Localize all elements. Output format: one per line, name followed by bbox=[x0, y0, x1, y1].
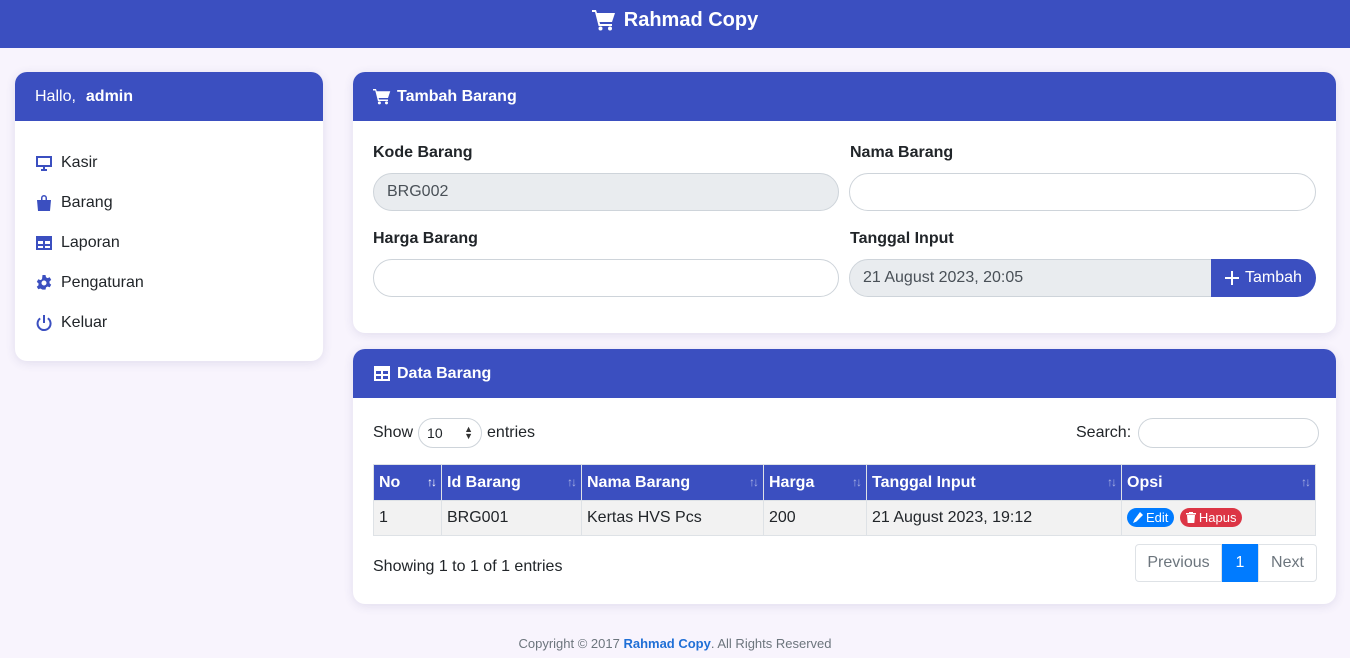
sidebar-item-laporan[interactable]: Laporan bbox=[15, 223, 323, 263]
search-control: Search: bbox=[1076, 418, 1320, 448]
table-header-row: No ↑↓ Id Barang ↑↓ Nama Barang ↑↓ Harga ↑↓ T… bbox=[373, 464, 1316, 501]
kode-barang-field[interactable]: BRG002 bbox=[373, 173, 839, 211]
cell-nama-barang: Kertas HVS Pcs bbox=[581, 500, 764, 536]
sort-icon: ↑↓ bbox=[1301, 475, 1311, 489]
sidebar-item-keluar[interactable]: Keluar bbox=[15, 303, 323, 343]
entries-select-value: 10 bbox=[427, 425, 443, 441]
app-title: Rahmad Copy bbox=[623, 8, 759, 31]
column-header-label: Tanggal Input bbox=[872, 473, 976, 491]
table-icon bbox=[374, 366, 390, 381]
monitor-icon bbox=[36, 156, 52, 171]
harga-barang-field[interactable] bbox=[373, 259, 839, 297]
sidebar-menu: Kasir Barang Laporan Pengaturan Keluar bbox=[15, 121, 323, 343]
cell-no: 1 bbox=[373, 500, 442, 536]
column-header-label: Opsi bbox=[1127, 473, 1163, 491]
nama-barang-label: Nama Barang bbox=[850, 144, 954, 161]
pagination-page-1[interactable]: 1 bbox=[1222, 544, 1258, 582]
sidebar-item-barang[interactable]: Barang bbox=[15, 183, 323, 223]
column-header-nama-barang[interactable]: Nama Barang ↑↓ bbox=[581, 464, 764, 501]
edit-button-label: Edit bbox=[1146, 510, 1169, 525]
sidebar-item-label: Laporan bbox=[61, 234, 120, 251]
column-header-label: Nama Barang bbox=[587, 473, 691, 491]
pagination-previous[interactable]: Previous bbox=[1135, 544, 1222, 582]
delete-button[interactable]: Hapus bbox=[1179, 508, 1243, 527]
footer: Copyright © 2017 Rahmad Copy. All Rights… bbox=[0, 636, 1350, 651]
column-header-label: Harga bbox=[769, 473, 815, 491]
sidebar-item-pengaturan[interactable]: Pengaturan bbox=[15, 263, 323, 303]
sort-icon: ↑↓ bbox=[1107, 475, 1117, 489]
pagination: Previous 1 Next bbox=[1135, 544, 1317, 582]
show-label: Show bbox=[373, 424, 414, 441]
column-header-tanggal-input[interactable]: Tanggal Input ↑↓ bbox=[866, 464, 1122, 501]
footer-copyright: Copyright © 2017 bbox=[518, 636, 620, 651]
sort-icon: ↑↓ bbox=[567, 475, 577, 489]
tambah-button[interactable]: Tambah bbox=[1211, 259, 1316, 297]
sidebar-item-label: Pengaturan bbox=[61, 274, 144, 291]
kode-barang-label: Kode Barang bbox=[373, 144, 473, 161]
sort-icon: ↑↓ bbox=[427, 475, 437, 489]
delete-button-label: Hapus bbox=[1198, 510, 1237, 525]
cart-icon bbox=[591, 10, 615, 31]
nama-barang-field[interactable] bbox=[849, 173, 1316, 211]
data-table-title: Data Barang bbox=[397, 364, 492, 382]
add-item-card: Tambah Barang Kode Barang BRG002 Nama Ba… bbox=[353, 72, 1336, 333]
column-header-no[interactable]: No ↑↓ bbox=[373, 464, 442, 501]
table-info: Showing 1 to 1 of 1 entries bbox=[373, 558, 563, 575]
entries-select[interactable]: 10 ▲ ▼ bbox=[418, 418, 483, 448]
pencil-icon bbox=[1133, 512, 1143, 523]
gear-icon bbox=[36, 275, 52, 290]
select-arrows-icon: ▲ ▼ bbox=[464, 424, 474, 441]
column-header-label: No bbox=[379, 473, 401, 491]
sort-icon: ↑↓ bbox=[749, 475, 759, 489]
harga-barang-label: Harga Barang bbox=[373, 230, 478, 247]
edit-button[interactable]: Edit bbox=[1127, 508, 1175, 527]
cart-icon bbox=[373, 89, 391, 105]
entries-length-control: Show 10 ▲ ▼ entries bbox=[373, 418, 535, 448]
add-item-header: Tambah Barang bbox=[353, 72, 1336, 121]
sidebar: Hallo, admin Kasir Barang Laporan Pengat… bbox=[15, 72, 323, 361]
footer-brand-link[interactable]: Rahmad Copy bbox=[623, 636, 710, 651]
column-header-label: Id Barang bbox=[447, 473, 521, 491]
sidebar-item-label: Barang bbox=[61, 194, 113, 211]
greeting-text: Hallo, bbox=[35, 87, 76, 105]
brand[interactable]: Rahmad Copy bbox=[591, 8, 759, 32]
data-table-header: Data Barang bbox=[353, 349, 1336, 398]
tambah-button-label: Tambah bbox=[1245, 269, 1302, 286]
column-header-id-barang[interactable]: Id Barang ↑↓ bbox=[441, 464, 582, 501]
plus-icon bbox=[1225, 271, 1240, 285]
sidebar-header: Hallo, admin bbox=[15, 72, 323, 121]
cell-harga: 200 bbox=[763, 500, 867, 536]
data-table-card: Data Barang Show 10 ▲ ▼ entries Search: N… bbox=[353, 349, 1336, 604]
entries-label: entries bbox=[487, 424, 536, 441]
data-table: No ↑↓ Id Barang ↑↓ Nama Barang ↑↓ Harga ↑↓ T… bbox=[373, 464, 1316, 536]
column-header-harga[interactable]: Harga ↑↓ bbox=[763, 464, 867, 501]
footer-rights: . All Rights Reserved bbox=[710, 636, 832, 651]
cell-id-barang: BRG001 bbox=[441, 500, 582, 536]
shopping-bag-icon bbox=[37, 195, 51, 211]
power-icon bbox=[36, 315, 52, 332]
top-navbar: Rahmad Copy bbox=[0, 0, 1350, 48]
sort-icon: ↑↓ bbox=[852, 475, 862, 489]
sidebar-item-label: Keluar bbox=[61, 314, 108, 331]
username: admin bbox=[85, 87, 134, 105]
sidebar-item-label: Kasir bbox=[61, 154, 98, 171]
cell-opsi: Edit Hapus bbox=[1121, 500, 1316, 536]
cell-tanggal-input: 21 August 2023, 19:12 bbox=[866, 500, 1122, 536]
tanggal-input-field[interactable]: 21 August 2023, 20:05 bbox=[849, 259, 1213, 297]
table-icon bbox=[36, 236, 52, 250]
sidebar-item-kasir[interactable]: Kasir bbox=[15, 143, 323, 183]
search-label: Search: bbox=[1076, 424, 1132, 441]
trash-icon bbox=[1185, 512, 1196, 523]
pagination-next[interactable]: Next bbox=[1258, 544, 1317, 582]
table-row: 1 BRG001 Kertas HVS Pcs 200 21 August 20… bbox=[373, 500, 1316, 536]
tanggal-input-label: Tanggal Input bbox=[850, 230, 954, 247]
search-input[interactable] bbox=[1138, 418, 1320, 448]
add-item-title: Tambah Barang bbox=[397, 87, 517, 105]
column-header-opsi[interactable]: Opsi ↑↓ bbox=[1121, 464, 1316, 501]
